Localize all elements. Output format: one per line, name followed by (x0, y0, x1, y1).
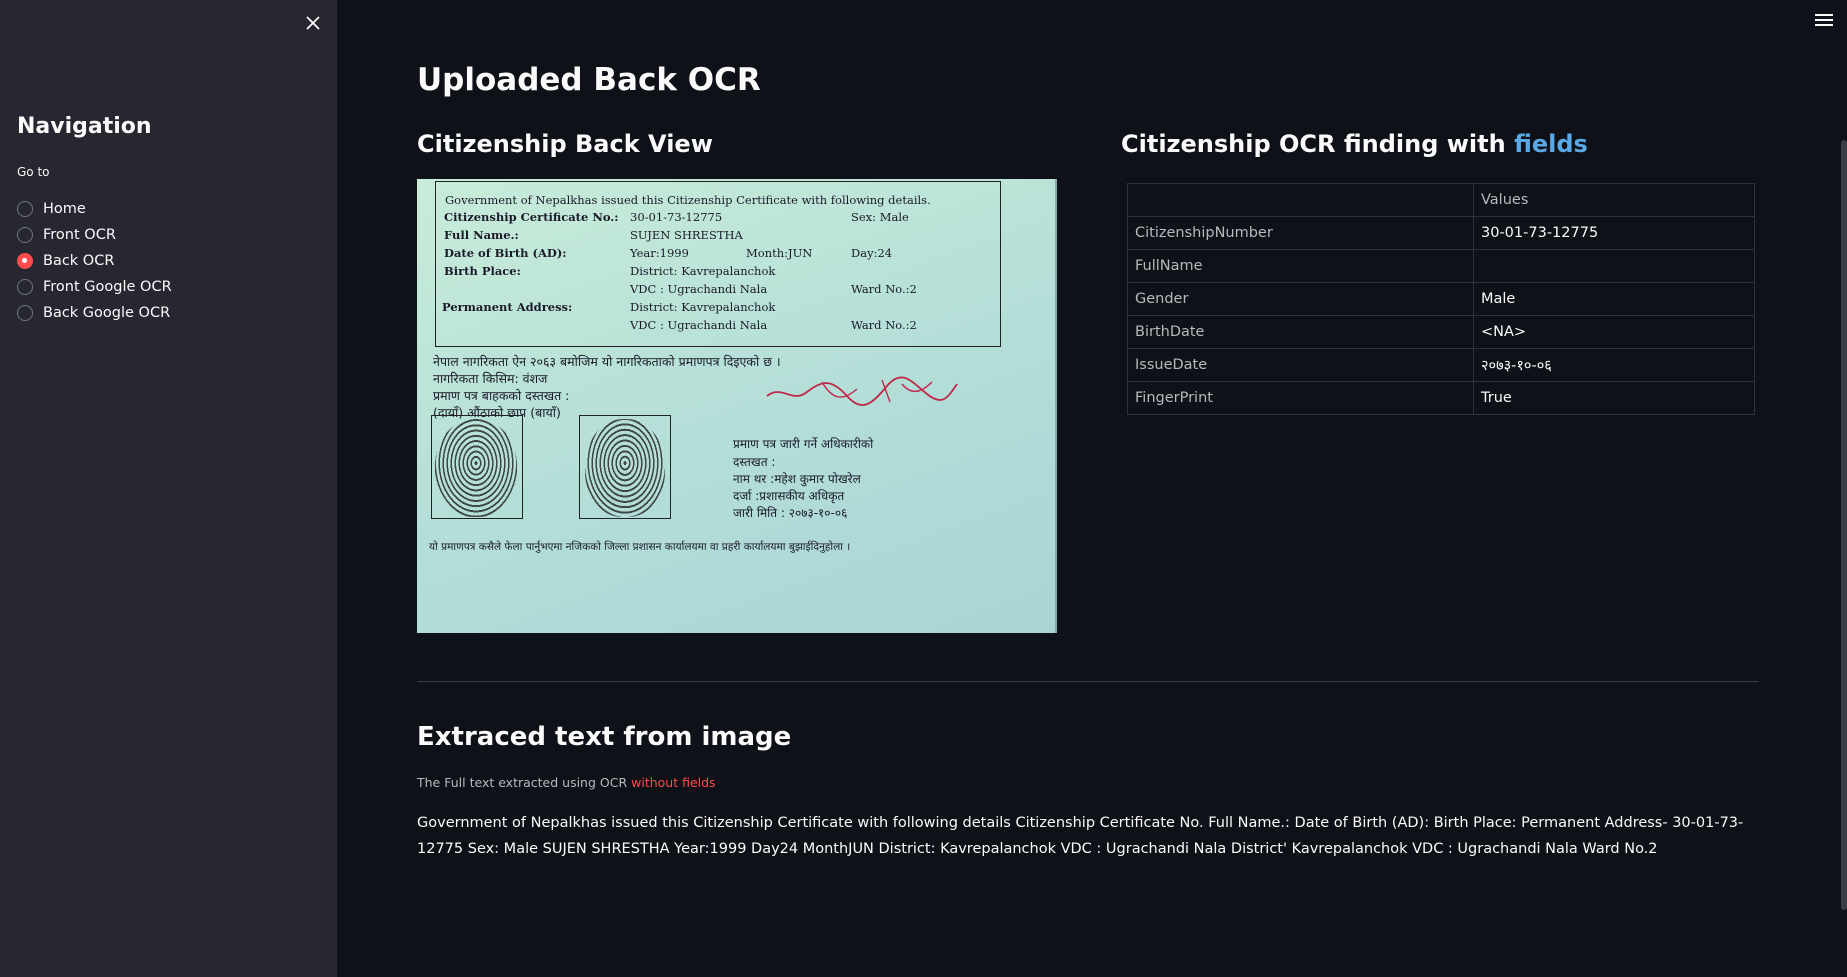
radio-label: Front Google OCR (43, 279, 172, 295)
radio-button[interactable] (17, 201, 33, 217)
vertical-scrollbar[interactable] (1841, 140, 1847, 910)
table-row[interactable]: BirthDate <NA> (1127, 315, 1755, 349)
radio-label: Back OCR (43, 253, 115, 269)
certificate-value: Ward No.:2 (851, 318, 917, 332)
certificate-image-heading: Citizenship Back View (417, 130, 713, 158)
certificate-label: Date of Birth (AD): (444, 246, 567, 260)
heading-text: Citizenship OCR finding with (1121, 130, 1515, 158)
table-header-row: Values (1127, 183, 1755, 217)
field-name-cell: CitizenshipNumber (1127, 216, 1474, 250)
extracted-text-heading: Extraced text from image (417, 722, 792, 752)
radio-label: Front OCR (43, 227, 116, 243)
navigation-radio-group: Home Front OCR Back OCR Front Google OCR… (17, 196, 172, 326)
field-value-cell (1473, 249, 1755, 283)
certificate-value: Ward No.:2 (851, 282, 917, 296)
field-name-cell: Gender (1127, 282, 1474, 316)
radio-group-label: Go to (17, 165, 50, 179)
certificate-devanagari-line: नेपाल नागरिकता ऐन २०६३ बमोजिम यो नागरिकत… (433, 354, 781, 369)
table-row[interactable]: CitizenshipNumber 30-01-73-12775 (1127, 216, 1755, 250)
certificate-label: Full Name.: (444, 228, 519, 242)
certificate-devanagari-line: जारी मिति : २०७३-१०-०६ (733, 506, 848, 520)
certificate-devanagari-line: दस्तखत : (733, 455, 776, 469)
table-row[interactable]: Gender Male (1127, 282, 1755, 316)
radio-button-selected[interactable] (17, 253, 33, 269)
field-name-cell: FingerPrint (1127, 381, 1474, 415)
signature-image (766, 376, 958, 406)
table-header-cell (1127, 183, 1474, 217)
certificate-value: District: Kavrepalanchok (630, 300, 776, 314)
radio-button[interactable] (17, 227, 33, 243)
hamburger-icon (1815, 24, 1833, 26)
certificate-value: 30-01-73-12775 (630, 210, 723, 224)
field-value-cell: Male (1473, 282, 1755, 316)
sidebar-title: Navigation (17, 114, 152, 139)
radio-option-back-google-ocr[interactable]: Back Google OCR (17, 300, 172, 326)
certificate-value: VDC : Ugrachandi Nala (630, 318, 768, 332)
field-value-cell: २०७३-१०-०६ (1473, 348, 1755, 382)
caption-text: The Full text extracted using OCR (417, 775, 632, 790)
certificate-devanagari-line: प्रमाण पत्र जारी गर्ने अधिकारीको (733, 437, 874, 451)
main-menu-button[interactable] (1815, 14, 1833, 28)
field-value-cell: True (1473, 381, 1755, 415)
radio-option-home[interactable]: Home (17, 196, 172, 222)
radio-option-back-ocr[interactable]: Back OCR (17, 248, 172, 274)
page-title: Uploaded Back OCR (417, 62, 761, 98)
certificate-value: Day:24 (851, 246, 893, 260)
certificate-devanagari-line: यो प्रमाणपत्र कसैले फेला पार्नुभएमा नजिक… (429, 541, 851, 553)
table-row[interactable]: FullName (1127, 249, 1755, 283)
radio-option-front-ocr[interactable]: Front OCR (17, 222, 172, 248)
certificate-value: District: Kavrepalanchok (630, 264, 776, 278)
sidebar: Navigation Go to Home Front OCR Back OCR… (0, 0, 337, 977)
table-header-cell: Values (1473, 183, 1755, 217)
radio-option-front-google-ocr[interactable]: Front Google OCR (17, 274, 172, 300)
ocr-fields-heading: Citizenship OCR finding with fields (1121, 130, 1588, 158)
hamburger-icon (1815, 14, 1833, 16)
section-divider (417, 681, 1759, 682)
heading-accent: fields (1514, 130, 1588, 158)
certificate-devanagari-line: प्रमाण पत्र बाहकको दस्तखत : (433, 388, 570, 403)
radio-label: Home (43, 201, 86, 217)
citizenship-back-image: Government of Nepalkhas issued this Citi… (417, 179, 1057, 633)
extracted-text-body: Government of Nepalkhas issued this Citi… (417, 815, 1744, 857)
field-name-cell: FullName (1127, 249, 1474, 283)
hamburger-icon (1815, 19, 1833, 21)
certificate-value: Sex: Male (851, 210, 909, 224)
certificate-devanagari-line: दर्जा :प्रशासकीय अधिकृत (733, 489, 845, 503)
fingerprint-image (435, 419, 517, 517)
certificate-line: Government of Nepalkhas issued this Citi… (445, 193, 931, 207)
app-window: Navigation Go to Home Front OCR Back OCR… (0, 0, 1847, 977)
field-name-cell: BirthDate (1127, 315, 1474, 349)
radio-button[interactable] (17, 279, 33, 295)
certificate-value: Month:JUN (746, 246, 813, 260)
caption-accent: without fields (631, 775, 716, 790)
close-icon (306, 16, 320, 30)
certificate-devanagari-line: नाम थर :महेश कुमार पोखरेल (733, 472, 861, 486)
close-sidebar-button[interactable] (302, 12, 324, 34)
main-content: Uploaded Back OCR Citizenship Back View … (337, 0, 1847, 977)
extracted-text-caption: The Full text extracted using OCR withou… (417, 775, 716, 790)
certificate-value: VDC : Ugrachandi Nala (630, 282, 768, 296)
certificate-devanagari-line: नागरिकता किसिम: वंशज (433, 371, 548, 386)
ocr-fields-table: Values CitizenshipNumber 30-01-73-12775 … (1127, 183, 1755, 415)
radio-button[interactable] (17, 305, 33, 321)
field-value-cell: <NA> (1473, 315, 1755, 349)
field-name-cell: IssueDate (1127, 348, 1474, 382)
certificate-label: Birth Place: (444, 264, 521, 278)
certificate-value: Year:1999 (630, 246, 689, 260)
fingerprint-image (585, 419, 665, 517)
table-row[interactable]: FingerPrint True (1127, 381, 1755, 415)
certificate-label: Citizenship Certificate No.: (444, 210, 619, 224)
field-value-cell: 30-01-73-12775 (1473, 216, 1755, 250)
certificate-label: Permanent Address: (442, 300, 573, 314)
certificate-value: SUJEN SHRESTHA (630, 228, 743, 242)
table-row[interactable]: IssueDate २०७३-१०-०६ (1127, 348, 1755, 382)
radio-label: Back Google OCR (43, 305, 171, 321)
